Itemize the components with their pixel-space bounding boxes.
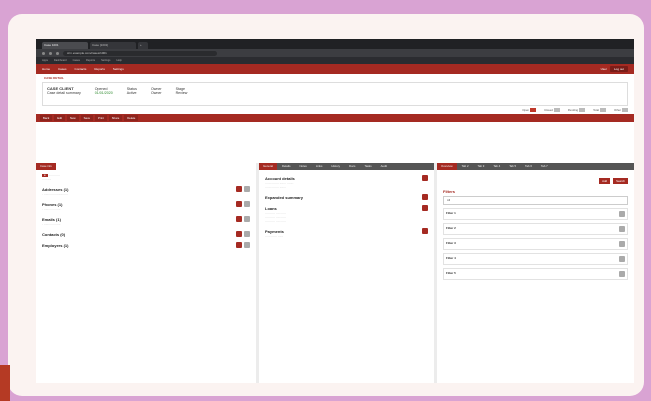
tab[interactable]: Tab 4 xyxy=(489,163,504,170)
tab[interactable]: Tab 2 xyxy=(458,163,473,170)
action-button[interactable]: Save xyxy=(80,115,94,121)
address-bar: crm.example.com/cases/1001 xyxy=(36,49,634,57)
bookmark[interactable]: Dashboard xyxy=(54,59,67,62)
tab[interactable]: Tasks xyxy=(360,163,375,170)
bookmark[interactable]: Reports xyxy=(86,59,95,62)
stat[interactable]: Open xyxy=(522,108,537,112)
bookmark[interactable]: Help xyxy=(116,59,121,62)
summary-value: Review xyxy=(175,91,188,95)
right-tabs: Overview Tab 2 Tab 3 Tab 4 Tab 5 Tab 6 T… xyxy=(437,163,634,170)
tab[interactable]: Tab 7 xyxy=(537,163,552,170)
browser-tab[interactable]: Case 1001 xyxy=(42,42,88,49)
case-sub: Case detail summary xyxy=(47,91,81,95)
nav-item[interactable]: Settings xyxy=(113,67,124,71)
action-button[interactable]: Edit xyxy=(54,115,66,121)
tab[interactable]: Tab 3 xyxy=(474,163,489,170)
summary-value: Owner xyxy=(150,91,162,95)
reload-icon[interactable] xyxy=(56,51,59,55)
filter-card[interactable]: Filter 2 xyxy=(443,223,628,235)
tab-case-info[interactable]: Case info xyxy=(36,163,56,170)
add-button[interactable]: Add xyxy=(599,178,611,184)
user-name: User xyxy=(600,67,607,71)
section-contacts[interactable]: Contacts (0) xyxy=(42,231,250,237)
tab[interactable]: Overview xyxy=(437,163,457,170)
edit-icon[interactable] xyxy=(244,216,250,222)
section-emails[interactable]: Emails (1) xyxy=(42,216,250,222)
filter-card[interactable]: Filter 4 xyxy=(443,253,628,265)
nav-item[interactable]: Reports xyxy=(94,67,105,71)
right-pane: Overview Tab 2 Tab 3 Tab 4 Tab 5 Tab 6 T… xyxy=(437,163,634,383)
tab[interactable]: Audit xyxy=(377,163,391,170)
action-button[interactable]: Print xyxy=(95,115,107,121)
tab[interactable]: General xyxy=(259,163,277,170)
forward-icon[interactable] xyxy=(49,51,52,55)
action-button[interactable]: Share xyxy=(108,115,123,121)
url-input[interactable]: crm.example.com/cases/1001 xyxy=(63,50,217,56)
section-loans[interactable]: Loans xyxy=(265,205,428,211)
app-navbar: Home Cases Contacts Reports Settings Use… xyxy=(36,64,634,74)
action-button[interactable]: Delete xyxy=(124,115,139,121)
tab[interactable]: Links xyxy=(312,163,327,170)
add-icon[interactable] xyxy=(236,231,242,237)
new-tab-button[interactable]: + xyxy=(138,42,148,49)
stat[interactable]: Pending xyxy=(568,108,586,112)
summary-value: Active xyxy=(126,91,137,95)
bookmark[interactable]: Cases xyxy=(73,59,80,62)
status-counts: Open Closed Pending Total Other xyxy=(36,106,634,114)
section-addresses[interactable]: Addresses (1) xyxy=(42,186,250,192)
app-screenshot: Case 1001 Case [1001] + crm.example.com/… xyxy=(36,39,634,383)
nav-item[interactable]: Cases xyxy=(58,67,67,71)
stat[interactable]: Other xyxy=(614,108,628,112)
search-button[interactable]: Search xyxy=(613,178,628,184)
section-employers[interactable]: Employers (1) xyxy=(42,242,250,248)
edit-icon[interactable] xyxy=(244,201,250,207)
filter-card[interactable]: Filter 1 xyxy=(443,208,628,220)
add-icon[interactable] xyxy=(236,242,242,248)
tab[interactable]: Notes xyxy=(296,163,311,170)
nav-item[interactable]: Contacts xyxy=(75,67,87,71)
stat[interactable]: Total xyxy=(593,108,606,112)
action-button[interactable]: New xyxy=(67,115,79,121)
content-panes: Case info ● ············ ·········· Addr… xyxy=(36,163,634,383)
tab[interactable]: Details xyxy=(278,163,295,170)
breadcrumb: CASE DETAIL xyxy=(44,76,64,80)
bookmark[interactable]: Apps xyxy=(42,59,48,62)
middle-tabs: General Details Notes Links History Docs… xyxy=(259,163,434,170)
filter-select[interactable]: All xyxy=(443,196,628,205)
section-payments[interactable]: Payments xyxy=(265,228,428,234)
filters-title: Filters xyxy=(443,189,456,194)
corner-accent xyxy=(0,365,10,401)
tab[interactable]: Tab 6 xyxy=(521,163,536,170)
bookmarks-bar: Apps Dashboard Cases Reports Settings He… xyxy=(36,57,634,64)
filter-card[interactable]: Filter 5 xyxy=(443,268,628,280)
filter-card[interactable]: Filter 3 xyxy=(443,238,628,250)
action-toolbar: Back Edit New Save Print Share Delete xyxy=(36,114,634,122)
nav-item[interactable]: Home xyxy=(42,67,50,71)
edit-icon[interactable] xyxy=(244,231,250,237)
browser-tab-bar: Case 1001 Case [1001] + xyxy=(36,39,634,49)
left-pane: Case info ● ············ ·········· Addr… xyxy=(36,163,256,383)
tab[interactable]: Docs xyxy=(345,163,359,170)
add-icon[interactable] xyxy=(236,216,242,222)
logout-button[interactable]: Log out xyxy=(609,66,628,72)
back-icon[interactable] xyxy=(42,51,45,55)
edit-icon[interactable] xyxy=(244,186,250,192)
summary-value: 01/01/2020 xyxy=(94,91,113,95)
bookmark[interactable]: Settings xyxy=(101,59,110,62)
edit-icon[interactable] xyxy=(244,242,250,248)
action-button[interactable]: Back xyxy=(40,115,53,121)
add-icon[interactable] xyxy=(236,186,242,192)
add-icon[interactable] xyxy=(236,201,242,207)
stat[interactable]: Closed xyxy=(544,108,560,112)
tab[interactable]: Tab 5 xyxy=(505,163,520,170)
middle-pane: General Details Notes Links History Docs… xyxy=(259,163,434,383)
tab[interactable]: History xyxy=(327,163,344,170)
section-phones[interactable]: Phones (1) xyxy=(42,201,250,207)
section-expanded-summary[interactable]: Expanded summary xyxy=(265,194,428,200)
case-summary: CASE CLIENT Case detail summary Opened 01… xyxy=(42,82,628,106)
browser-tab[interactable]: Case [1001] xyxy=(90,42,136,49)
